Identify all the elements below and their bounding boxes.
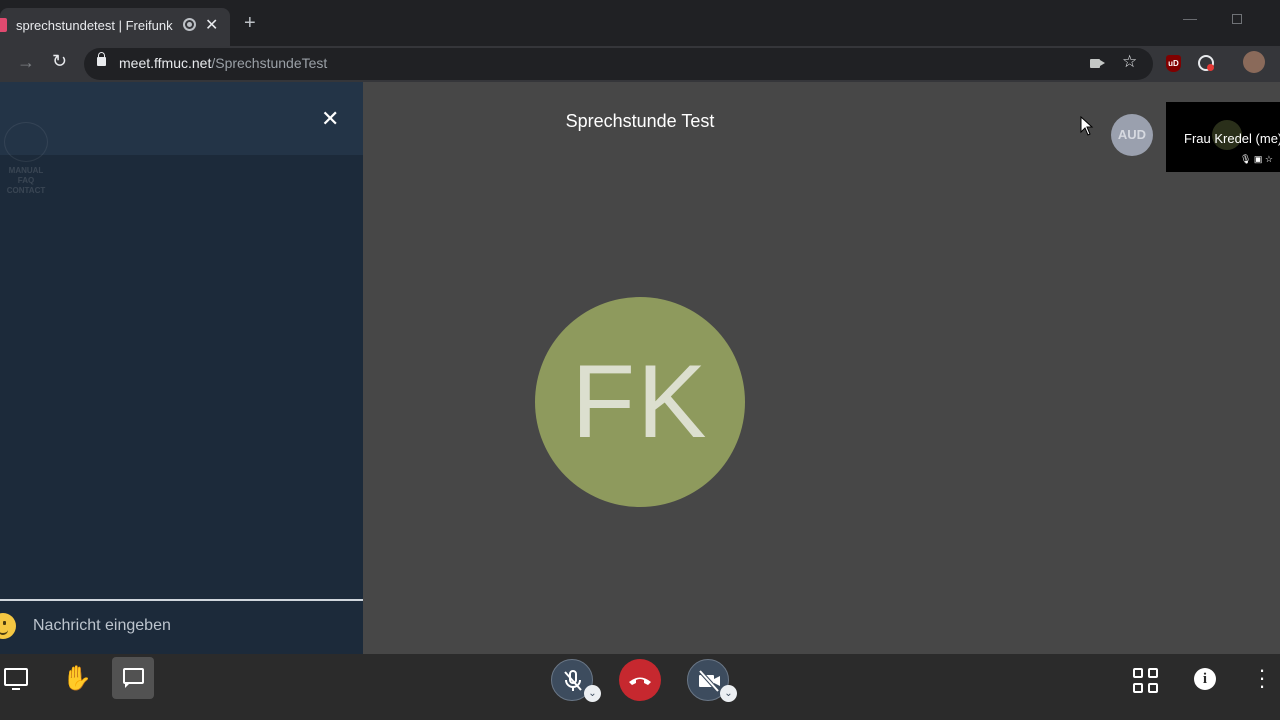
hangup-icon: [619, 659, 661, 701]
minimize-window-button[interactable]: —: [1183, 10, 1197, 26]
participant-avatar: FK: [535, 297, 745, 507]
chat-header: ✕: [0, 82, 363, 155]
local-status-icons: 🎙 ▣ ☆: [1240, 154, 1273, 164]
chat-toggle-button[interactable]: [112, 657, 154, 699]
more-icon[interactable]: · · ·: [1257, 659, 1267, 697]
meeting-toolbar: ✋ ⌄ ⌄ i · · ·: [0, 654, 1280, 720]
local-video-thumbnail[interactable]: Frau Kredel (me) 🎙 ▣ ☆: [1166, 102, 1280, 172]
browser-tab[interactable]: sprechstundetest | Freifunk M ✕: [0, 8, 230, 46]
tab-close-icon[interactable]: ✕: [205, 15, 218, 35]
url-text[interactable]: meet.ffmuc.net/SprechstundeTest: [119, 55, 327, 71]
raise-hand-icon[interactable]: ✋: [62, 664, 92, 693]
meeting-stage: ✕ MANUAL FAQ CONTACT Sprechstunde Test F…: [0, 82, 1280, 720]
ublock-extension-icon[interactable]: uD: [1166, 55, 1181, 72]
chat-message-input[interactable]: [33, 617, 353, 635]
restore-window-button[interactable]: [1232, 14, 1242, 24]
chat-input-bar: [0, 599, 363, 654]
chevron-down-icon[interactable]: ⌄: [584, 685, 601, 702]
meeting-title: Sprechstunde Test: [565, 111, 715, 131]
chat-icon: [123, 668, 144, 684]
favicon-icon: [0, 18, 7, 32]
camera-button[interactable]: ⌄: [687, 659, 737, 702]
reload-icon[interactable]: ↻: [52, 51, 67, 72]
tile-view-icon[interactable]: [1133, 668, 1159, 694]
emoji-icon[interactable]: [0, 613, 16, 639]
bookmark-star-icon[interactable]: ☆: [1122, 52, 1137, 72]
watermark-links: MANUAL FAQ CONTACT: [6, 166, 46, 195]
forward-arrow-icon[interactable]: →: [17, 52, 35, 73]
chevron-down-icon[interactable]: ⌄: [720, 685, 737, 702]
address-bar[interactable]: meet.ffmuc.net/SprechstundeTest ☆: [84, 48, 1153, 80]
microphone-button[interactable]: ⌄: [551, 659, 601, 702]
hangup-button[interactable]: [619, 659, 661, 701]
participant-badge[interactable]: AUD: [1111, 114, 1153, 156]
extension-icon[interactable]: [1198, 55, 1214, 71]
profile-avatar[interactable]: [1243, 51, 1265, 73]
chat-panel: ✕ MANUAL FAQ CONTACT: [0, 82, 363, 654]
browser-toolbar: → ↻ meet.ffmuc.net/SprechstundeTest ☆ uD: [0, 46, 1280, 82]
lock-icon[interactable]: [97, 52, 106, 66]
chat-close-icon[interactable]: ✕: [321, 108, 339, 130]
info-icon[interactable]: i: [1194, 668, 1216, 690]
browser-tab-strip: sprechstundetest | Freifunk M ✕ + —: [0, 0, 1280, 46]
tab-title: sprechstundetest | Freifunk M: [16, 18, 174, 33]
watermark-logo: [4, 122, 48, 162]
local-participant-name: Frau Kredel (me): [1184, 131, 1280, 146]
camera-in-use-icon[interactable]: [1090, 59, 1105, 68]
desktop-icon[interactable]: [4, 668, 28, 690]
new-tab-button[interactable]: +: [244, 12, 256, 35]
audio-playing-icon: [183, 18, 196, 31]
